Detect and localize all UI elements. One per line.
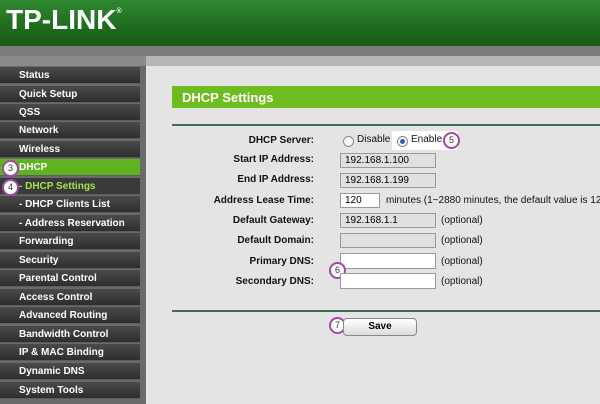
sidebar-item-quick-setup[interactable]: Quick Setup (0, 86, 140, 103)
sidebar-item-dynamic-dns[interactable]: Dynamic DNS (0, 363, 140, 380)
sidebar-item-qss[interactable]: QSS (0, 104, 140, 121)
main-content: DHCP Settings DHCP Server: Disable Enabl… (146, 56, 600, 404)
disable-radio[interactable] (343, 136, 354, 147)
sidebar-item-advanced-routing[interactable]: Advanced Routing (0, 307, 140, 324)
gateway-optional-note: (optional) (441, 215, 483, 226)
header-divider (0, 46, 600, 56)
default-gateway-label: Default Gateway: (232, 215, 314, 226)
sidebar-item-network[interactable]: Network (0, 122, 140, 139)
domain-optional-note: (optional) (441, 235, 483, 246)
start-ip-label: Start IP Address: (233, 154, 314, 165)
sidebar-item-wireless[interactable]: Wireless (0, 141, 140, 158)
step-4-marker: 4 (2, 179, 19, 196)
step-3-marker: 3 (2, 160, 19, 177)
secondary-dns-input[interactable] (340, 273, 436, 289)
lease-time-note: minutes (1~2880 minutes, the default val… (386, 195, 600, 206)
section-title-bar: DHCP Settings (172, 86, 600, 108)
lease-time-input[interactable]: 120 (340, 193, 380, 208)
sidebar-item-parental-control[interactable]: Parental Control (0, 270, 140, 287)
lease-time-label: Address Lease Time: (213, 195, 314, 206)
sidebar-item-system-tools[interactable]: System Tools (0, 382, 140, 399)
page-title: DHCP Settings (182, 90, 274, 105)
content-top-strip (146, 56, 600, 66)
sidebar-item-forwarding[interactable]: Forwarding (0, 233, 140, 250)
secondary-dns-label: Secondary DNS: (235, 276, 314, 287)
header-banner: TP-LINK® (0, 0, 600, 46)
sidebar-item-dhcp-settings[interactable]: - DHCP Settings (0, 178, 140, 195)
end-ip-input[interactable]: 192.168.1.199 (340, 173, 436, 188)
sidebar-item-bandwidth-control[interactable]: Bandwidth Control (0, 326, 140, 343)
sidebar-spacer (0, 56, 146, 66)
primary-dns-optional-note: (optional) (441, 256, 483, 267)
tp-link-logo: TP-LINK® (6, 4, 122, 35)
default-domain-label: Default Domain: (237, 235, 314, 246)
disable-label: Disable (357, 134, 391, 145)
sidebar-item-dhcp[interactable]: DHCP (0, 159, 140, 176)
secondary-dns-optional-note: (optional) (441, 276, 483, 287)
primary-dns-input[interactable] (340, 253, 436, 269)
sidebar-item-security[interactable]: Security (0, 252, 140, 269)
sidebar-item-dhcp-clients-list[interactable]: - DHCP Clients List (0, 196, 140, 213)
start-ip-input[interactable]: 192.168.1.100 (340, 153, 436, 168)
default-gateway-input[interactable]: 192.168.1.1 (340, 213, 436, 228)
sidebar-item-address-reservation[interactable]: - Address Reservation (0, 215, 140, 232)
end-ip-label: End IP Address: (237, 174, 314, 185)
sidebar-item-status[interactable]: Status (0, 67, 140, 84)
save-button[interactable]: Save (343, 318, 417, 336)
sidebar-item-access-control[interactable]: Access Control (0, 289, 140, 306)
default-domain-input[interactable] (340, 233, 436, 248)
sidebar-item-ip-mac-binding[interactable]: IP & MAC Binding (0, 344, 140, 361)
dhcp-server-label: DHCP Server: (248, 135, 314, 146)
divider-top (172, 124, 600, 126)
step-5-marker: 5 (443, 132, 460, 149)
primary-dns-label: Primary DNS: (249, 256, 314, 267)
enable-label: Enable (411, 134, 443, 145)
enable-radio[interactable] (397, 136, 408, 147)
divider-bottom (172, 310, 600, 312)
